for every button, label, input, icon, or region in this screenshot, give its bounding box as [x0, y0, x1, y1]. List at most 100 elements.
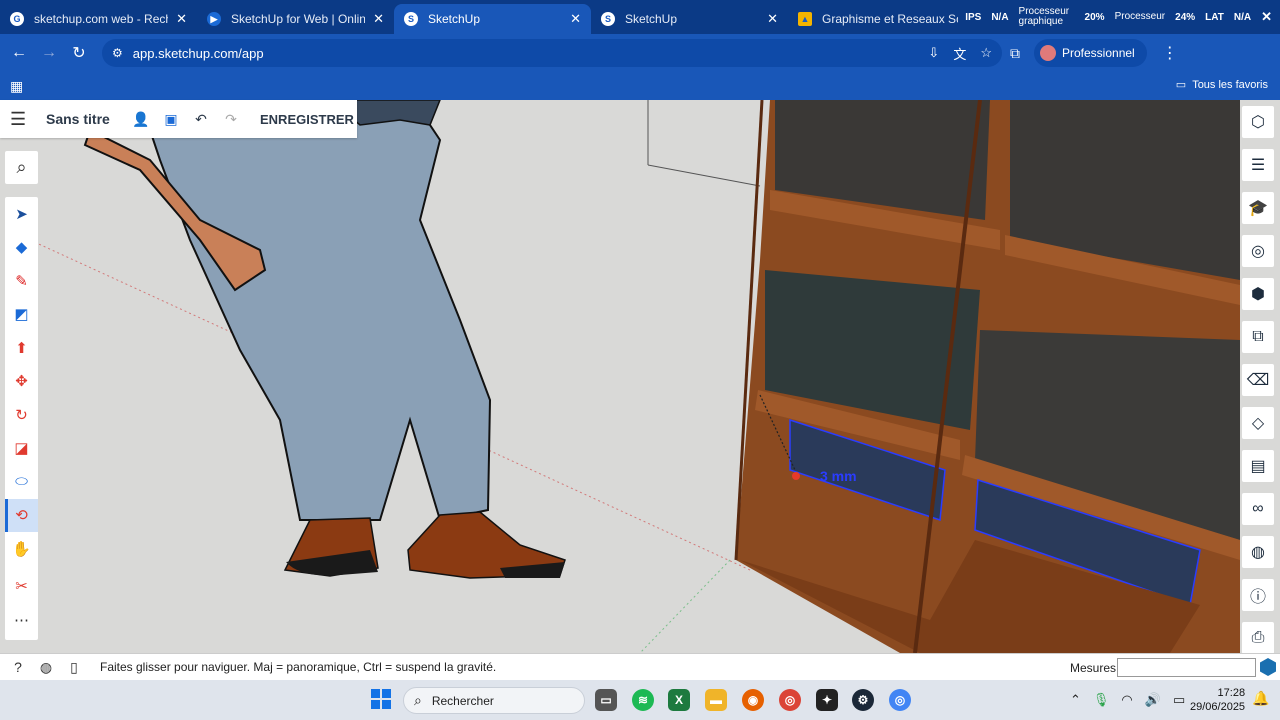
mouse-icon[interactable]: ▯	[60, 659, 88, 676]
line-tool[interactable]: ✎	[5, 264, 38, 298]
model-scene	[29, 100, 1240, 653]
proc-graph-value: 20%	[1084, 11, 1105, 23]
clock-time: 17:28	[1217, 687, 1246, 699]
tags-panel[interactable]: ⌫	[1240, 358, 1276, 401]
scenes-panel[interactable]: ▤	[1240, 444, 1276, 487]
search-tool-button[interactable]: ⌕	[5, 151, 38, 184]
globe-icon[interactable]: ◍	[32, 659, 60, 676]
entity-info-panel[interactable]: ⬡	[1240, 100, 1276, 143]
rotate-tool[interactable]: ↻	[5, 398, 38, 432]
close-tab-icon[interactable]: ✕	[176, 11, 187, 27]
add-user-icon[interactable]: 👤	[126, 111, 156, 128]
sketchup-web-icon: ▶	[207, 12, 221, 26]
back-icon[interactable]: ←	[4, 44, 34, 62]
translate-icon[interactable]: 文	[953, 44, 966, 63]
cube-icon: ⬢	[1242, 277, 1274, 310]
tab-title: SketchUp	[625, 12, 678, 26]
taskbar-clock[interactable]: 17:28 29/06/2025	[1190, 686, 1245, 714]
microphone-icon[interactable]: 🎙	[1093, 692, 1110, 708]
install-app-icon[interactable]: ⇩	[928, 45, 939, 61]
pan-tool[interactable]: ✋	[5, 532, 38, 566]
rectangle-tool[interactable]: ◩	[5, 298, 38, 332]
firefox-icon[interactable]: ◉	[742, 689, 764, 711]
app-badge-icon[interactable]: ✦	[816, 689, 838, 711]
materials-panel[interactable]: ⬢	[1240, 272, 1276, 315]
search-icon: ⌕	[414, 692, 422, 708]
browser-tab-2[interactable]: S SketchUp ✕	[394, 4, 591, 34]
paint-bucket-tool[interactable]: ⬭	[5, 465, 38, 499]
rectangle-icon: ◩	[14, 306, 29, 324]
bookmarks-bar: ▦ ▭ Tous les favoris	[0, 72, 1280, 100]
undo-icon[interactable]: ↶	[186, 111, 216, 128]
styles-panel[interactable]: ⧉	[1240, 315, 1276, 358]
rotate-icon: ↻	[15, 406, 28, 424]
export-icon: ⎙	[1242, 621, 1274, 654]
select-tool[interactable]: ➤	[5, 197, 38, 231]
task-view-icon[interactable]: ▭	[595, 689, 617, 711]
browser-tab-0[interactable]: Gsketchup.com web - Recherche ✕	[0, 4, 197, 34]
close-tab-icon[interactable]: ✕	[373, 11, 384, 27]
battery-icon[interactable]: ▭	[1173, 692, 1185, 708]
chrome-profile-icon[interactable]: ◎	[889, 689, 911, 711]
apps-grid-icon[interactable]: ▦	[10, 78, 23, 95]
bookmark-star-icon[interactable]: ☆	[980, 45, 992, 61]
extensions-icon[interactable]: ⧉	[1010, 45, 1020, 62]
address-bar[interactable]: ⚙ app.sketchup.com/app ⇩ 文 ☆	[102, 39, 1002, 67]
soften-edges-panel[interactable]: ◇	[1240, 401, 1276, 444]
model-title[interactable]: Sans titre	[46, 111, 126, 127]
excel-icon[interactable]: X	[668, 689, 690, 711]
tab-title: SketchUp for Web | Online 3D M	[231, 12, 366, 26]
help-icon[interactable]: ?	[4, 659, 32, 675]
file-explorer-icon[interactable]: ▬	[705, 689, 727, 711]
present-icon[interactable]: ▣	[156, 111, 186, 128]
forward-icon[interactable]: →	[34, 44, 64, 62]
chevron-up-icon[interactable]: ⌃	[1070, 692, 1081, 708]
close-tab-icon[interactable]: ✕	[767, 11, 778, 27]
extensions-panel[interactable]: ◍	[1240, 530, 1276, 573]
windows-start-icon[interactable]	[371, 689, 391, 709]
outliner-panel[interactable]: ☰	[1240, 143, 1276, 186]
all-bookmarks-button[interactable]: ▭ Tous les favoris	[1176, 78, 1268, 92]
instructor-panel[interactable]: 🎓	[1240, 186, 1276, 229]
more-tools[interactable]: ⋯	[5, 603, 38, 637]
steam-icon[interactable]: ⚙	[852, 689, 874, 711]
hamburger-menu-icon[interactable]: ☰	[10, 109, 36, 130]
avatar	[1040, 45, 1056, 61]
performance-overlay: IPS N/A Processeur graphique 20% Processeu…	[965, 0, 1280, 34]
browser-tab-3[interactable]: S SketchUp ✕	[591, 4, 788, 34]
components-panel[interactable]: ◎	[1240, 229, 1276, 272]
chrome-icon[interactable]: ◎	[779, 689, 801, 711]
profile-name: Professionnel	[1062, 46, 1135, 60]
scale-tool[interactable]: ◪	[5, 432, 38, 466]
3d-viewport[interactable]: 3 mm	[0, 100, 1280, 653]
close-tab-icon[interactable]: ✕	[570, 11, 581, 27]
taskbar-search[interactable]: ⌕ Rechercher	[403, 687, 585, 714]
reload-icon[interactable]: ↻	[64, 43, 94, 63]
google-icon: G	[10, 12, 24, 26]
tab-title: SketchUp	[428, 12, 481, 26]
volume-icon[interactable]: 🔊	[1145, 692, 1161, 708]
axis-guide	[647, 164, 761, 187]
status-hint: Faites glisser pour naviguer. Maj = pano…	[100, 660, 497, 674]
browser-tab-4[interactable]: ▲ Graphisme et Reseaux Sociaux	[788, 4, 968, 34]
orbit-tool[interactable]: ⟲	[5, 498, 38, 532]
save-button[interactable]: ENREGISTRER	[260, 112, 354, 127]
close-window-icon[interactable]: ✕	[1261, 9, 1272, 25]
move-tool[interactable]: ✥	[5, 365, 38, 399]
site-settings-icon[interactable]: ⚙	[112, 46, 123, 60]
browser-tab-1[interactable]: ▶ SketchUp for Web | Online 3D M ✕	[197, 4, 394, 34]
tape-measure-tool[interactable]: ✂	[5, 570, 38, 604]
measurements-label: Mesures	[1070, 661, 1117, 675]
profile-button[interactable]: Professionnel	[1034, 39, 1147, 67]
wifi-icon[interactable]: ◠	[1121, 692, 1132, 708]
spotify-icon[interactable]: ≋	[632, 689, 654, 711]
model-info-panel[interactable]: ⓘ	[1240, 573, 1276, 616]
push-pull-tool[interactable]: ⬆	[5, 331, 38, 365]
tab-title: Graphisme et Reseaux Sociaux	[822, 12, 958, 26]
display-panel[interactable]: ∞	[1240, 487, 1276, 530]
kebab-menu-icon[interactable]: ⋮	[1155, 43, 1185, 63]
measurements-input[interactable]	[1117, 658, 1256, 677]
eraser-tool[interactable]: ◆	[5, 231, 38, 265]
redo-icon[interactable]: ↷	[216, 111, 246, 128]
notification-icon[interactable]: 🔔	[1252, 690, 1269, 707]
